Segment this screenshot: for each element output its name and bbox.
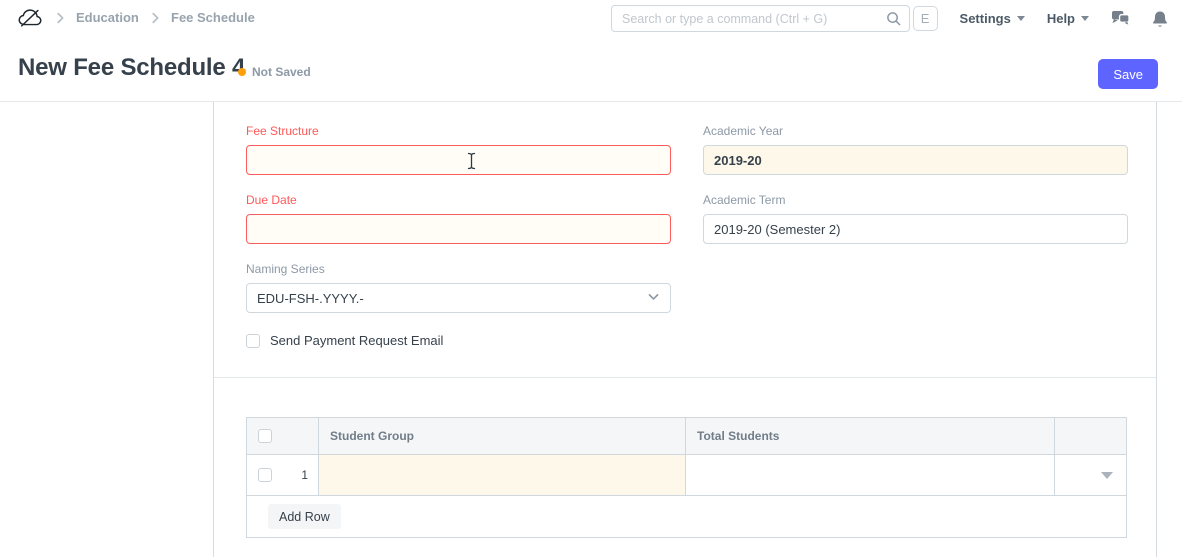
field-naming-series: Naming Series EDU-FSH-.YYYY.- [246,262,671,313]
help-menu[interactable]: Help [1047,11,1089,26]
page-header: New Fee Schedule 4 Not Saved Save [0,37,1182,102]
user-avatar[interactable]: E [913,6,938,31]
search-input[interactable] [611,5,910,32]
chat-icon[interactable] [1111,10,1130,27]
send-payment-request-email-checkbox[interactable] [246,334,260,348]
naming-series-label: Naming Series [246,262,671,276]
status-text: Not Saved [252,65,311,79]
field-academic-year: Academic Year [703,124,1128,175]
chevron-down-icon [1081,16,1089,21]
add-row-button[interactable]: Add Row [268,504,341,529]
save-status-indicator: Not Saved [238,65,311,79]
fee-schedule-new-page: Education Fee Schedule E Settings Help [0,0,1182,557]
academic-term-label: Academic Term [703,193,1128,207]
student-group-cell-input[interactable] [330,455,685,495]
field-fee-structure: Fee Structure [246,124,671,175]
grid-header-row: Student Group Total Students [247,418,1126,455]
academic-year-label: Academic Year [703,124,1128,138]
grid-footer: Add Row [247,496,1126,537]
form-body: Fee Structure Academic Year Due Date Aca… [213,102,1157,557]
settings-label: Settings [960,11,1011,26]
app-logo-icon[interactable] [16,7,44,34]
save-button[interactable]: Save [1098,59,1158,89]
details-section: Fee Structure Academic Year Due Date Aca… [214,102,1156,378]
page-title: New Fee Schedule 4 [18,54,245,82]
help-label: Help [1047,11,1075,26]
due-date-input[interactable] [246,214,671,244]
row-select-checkbox[interactable] [258,468,272,482]
search-icon[interactable] [886,11,901,31]
grid-header-actions [1055,418,1126,454]
select-all-rows-checkbox[interactable] [258,429,272,443]
total-students-cell-input[interactable] [697,455,1054,495]
navbar-right-cluster: E Settings Help [913,0,1168,37]
naming-series-value: EDU-FSH-.YYYY.- [257,291,364,306]
grid-header-student-group: Student Group [319,418,686,454]
breadcrumb-education[interactable]: Education [76,10,139,25]
field-academic-term: Academic Term [703,193,1128,244]
student-group-cell[interactable] [319,455,686,495]
global-search [611,5,910,32]
total-students-cell[interactable] [686,455,1055,495]
settings-menu[interactable]: Settings [960,11,1025,26]
top-navbar: Education Fee Schedule E Settings Help [0,0,1182,37]
grid-header-select-cell [247,418,319,454]
row-index: 1 [301,468,308,482]
due-date-label: Due Date [246,193,671,207]
grid-header-total-students: Total Students [686,418,1055,454]
fee-structure-input[interactable] [246,145,671,175]
grid-row-1: 1 [247,455,1126,496]
text-cursor-icon [466,152,477,175]
send-payment-request-email-label: Send Payment Request Email [270,333,443,348]
academic-term-input[interactable] [703,214,1128,244]
breadcrumb-fee-schedule[interactable]: Fee Schedule [171,10,255,25]
unsaved-dot-icon [238,68,246,76]
field-send-payment-request-email: Send Payment Request Email [246,333,443,348]
row-actions-cell [1055,455,1126,495]
chevron-down-icon [647,290,660,306]
academic-year-input[interactable] [703,145,1128,175]
bell-icon[interactable] [1152,10,1168,28]
student-groups-grid: Student Group Total Students 1 [246,417,1127,538]
chevron-down-icon [1017,16,1025,21]
fee-structure-label: Fee Structure [246,124,671,138]
row-select-cell: 1 [247,455,319,495]
chevron-right-icon [53,11,67,30]
chevron-right-icon [148,11,162,30]
naming-series-select[interactable]: EDU-FSH-.YYYY.- [246,283,671,313]
row-expand-icon[interactable] [1101,472,1113,479]
field-due-date: Due Date [246,193,671,244]
